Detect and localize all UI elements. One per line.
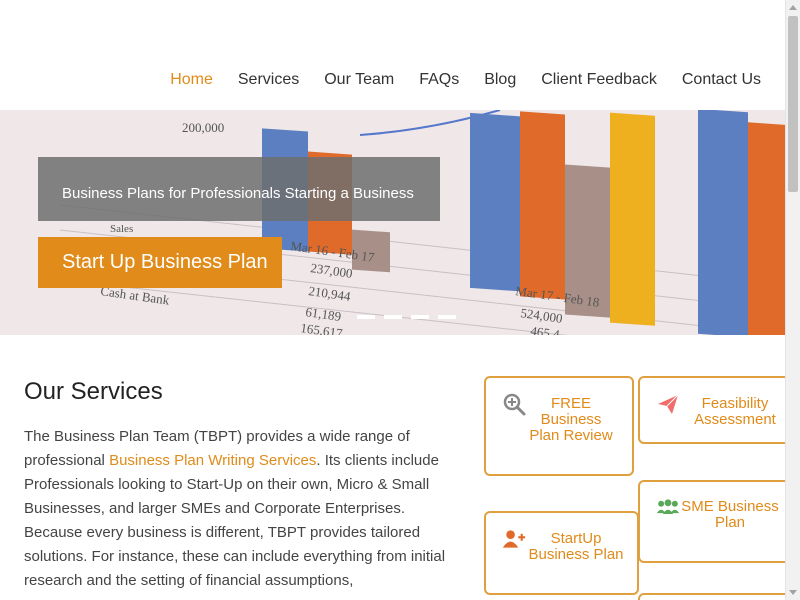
business-plan-writing-services-link[interactable]: Business Plan Writing Services <box>109 452 316 469</box>
nav-our-team[interactable]: Our Team <box>324 70 394 90</box>
nav-home[interactable]: Home <box>170 70 213 90</box>
magnifier-plus-icon <box>503 393 526 416</box>
hero-background-image: 200,000 Sales Mar 16 - Feb 17 237,000 21… <box>0 110 785 335</box>
card-feasibility-assessment[interactable]: Feasibility Assessment <box>638 376 798 444</box>
slider-dot[interactable] <box>357 315 375 319</box>
nav-services[interactable]: Services <box>238 70 299 90</box>
slider-dot[interactable] <box>411 315 429 319</box>
users-group-icon <box>656 499 680 514</box>
card-label: StartUp Business Plan <box>528 530 624 563</box>
card-partial[interactable] <box>638 593 798 600</box>
services-intro: The Business Plan Team (TBPT) provides a… <box>24 425 454 593</box>
card-startup-business-plan[interactable]: StartUp Business Plan <box>484 511 639 595</box>
scroll-up-arrow-icon[interactable] <box>789 5 797 10</box>
hero-caption: Business Plans for Professionals Startin… <box>38 157 440 221</box>
slider-dot[interactable] <box>384 315 402 319</box>
user-plus-icon <box>502 530 526 548</box>
bg-text-sales: Sales <box>110 223 133 235</box>
nav-blog[interactable]: Blog <box>484 70 516 90</box>
intro-text-end: . Its clients include Professionals look… <box>24 452 446 589</box>
card-free-business-plan-review[interactable]: FREE Business Plan Review <box>484 376 634 476</box>
start-up-business-plan-button[interactable]: Start Up Business Plan <box>38 237 282 288</box>
nav-client-feedback[interactable]: Client Feedback <box>541 70 657 90</box>
scrollbar-thumb[interactable] <box>788 16 798 192</box>
card-label: FREE Business Plan Review <box>529 395 613 444</box>
our-services-heading: Our Services <box>24 378 163 405</box>
main-nav: Home Services Our Team FAQs Blog Client … <box>145 70 761 90</box>
paper-plane-icon <box>658 394 679 414</box>
scroll-down-arrow-icon[interactable] <box>789 590 797 595</box>
card-label: SME Business Plan <box>681 498 779 531</box>
slider-dot[interactable] <box>438 315 456 319</box>
bg-text-200000: 200,000 <box>182 120 224 135</box>
page-scrollbar[interactable] <box>785 0 800 600</box>
slider-dots <box>357 315 456 319</box>
nav-contact-us[interactable]: Contact Us <box>682 70 761 90</box>
card-label: Feasibility Assessment <box>694 395 776 428</box>
hero-slider: 200,000 Sales Mar 16 - Feb 17 237,000 21… <box>0 110 785 335</box>
nav-faqs[interactable]: FAQs <box>419 70 459 90</box>
card-sme-business-plan[interactable]: SME Business Plan <box>638 480 798 563</box>
site-header: Home Services Our Team FAQs Blog Client … <box>0 0 785 110</box>
